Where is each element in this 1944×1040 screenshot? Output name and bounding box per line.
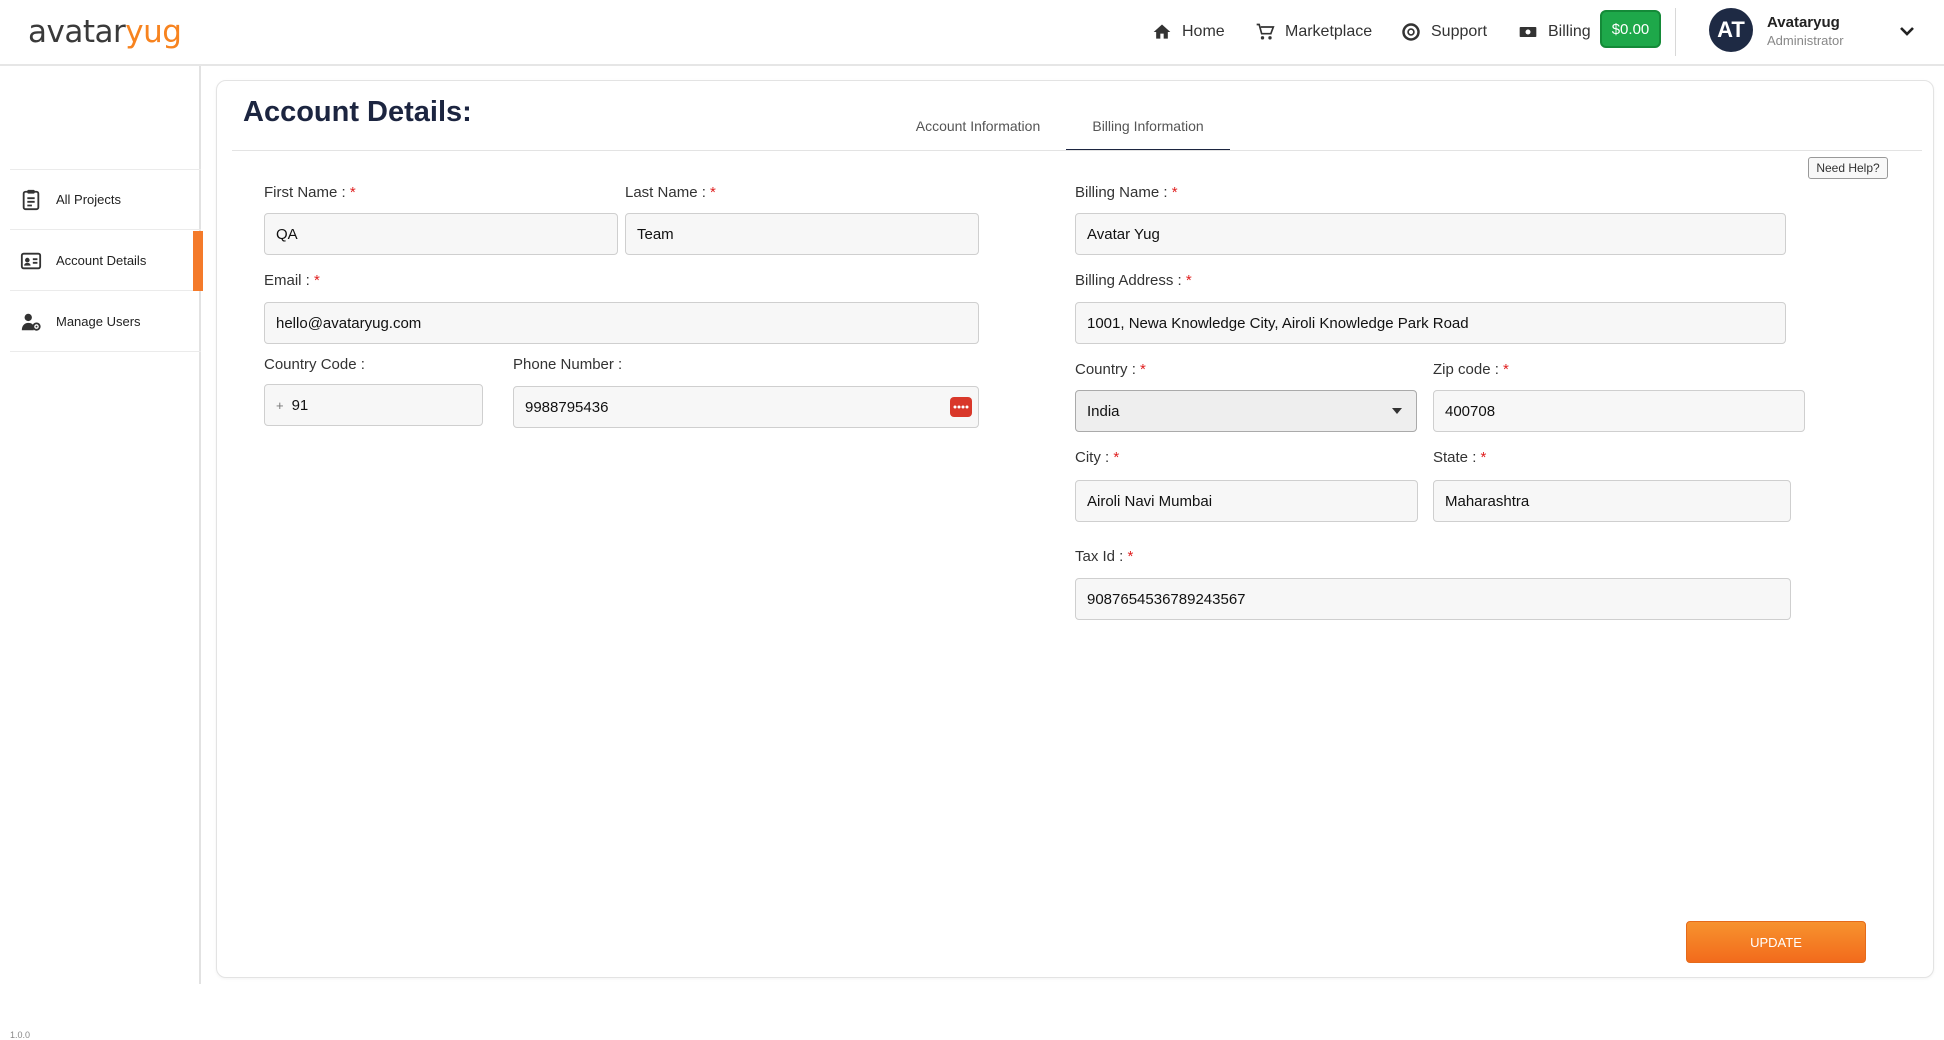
page-title: Account Details: [243,96,472,128]
last-name-label: Last Name : * [625,184,716,201]
chevron-down-icon[interactable] [1898,22,1916,40]
email-input[interactable] [276,314,978,332]
money-bill-icon [1519,27,1537,37]
billing-name-input[interactable] [1087,225,1785,243]
billing-address-input[interactable] [1087,314,1785,332]
last-name-field[interactable] [625,213,979,255]
first-name-input[interactable] [276,225,617,243]
home-icon [1153,24,1171,39]
email-label: Email : * [264,272,320,289]
first-name-label: First Name : * [264,184,356,201]
billing-name-field[interactable] [1075,213,1786,255]
zip-code-input[interactable] [1445,402,1804,420]
brand-logo[interactable]: avataryug [28,14,182,50]
tab-divider [232,150,1922,151]
credit-balance-badge[interactable]: $0.00 [1600,10,1661,48]
app-version: 1.0.0 [10,1030,31,1040]
header-divider [1675,8,1676,56]
billing-address-label: Billing Address : * [1075,272,1192,289]
user-role: Administrator [1767,33,1844,48]
state-input[interactable] [1445,492,1790,510]
country-label: Country : * [1075,361,1146,378]
nav-marketplace[interactable]: Marketplace [1255,20,1372,44]
state-label: State : * [1433,449,1487,466]
country-code-label: Country Code : [264,356,365,373]
id-card-icon [20,252,42,269]
lifebuoy-icon [1402,23,1420,41]
nav-billing[interactable]: Billing [1518,20,1591,44]
need-help-button[interactable]: Need Help? [1808,157,1888,179]
sidebar: All Projects Account Details Manage User… [10,66,203,1040]
email-field[interactable] [264,302,979,344]
update-button[interactable]: UPDATE [1686,921,1866,963]
billing-name-label: Billing Name : * [1075,184,1178,201]
phone-number-field[interactable] [513,386,979,428]
password-manager-icon[interactable] [950,397,972,417]
tab-billing-information[interactable]: Billing Information [1066,108,1230,151]
top-bar: avataryug Home Marketplace Support Billi… [0,0,1944,66]
city-input[interactable] [1087,492,1417,510]
tax-id-label: Tax Id : * [1075,548,1134,565]
sidebar-item-all-projects[interactable]: All Projects [10,170,201,230]
tab-account-information[interactable]: Account Information [898,108,1058,151]
user-gear-icon [21,313,41,331]
tax-id-field[interactable] [1075,578,1791,620]
cart-icon [1256,23,1275,40]
city-field[interactable] [1075,480,1418,522]
nav-support[interactable]: Support [1401,20,1487,44]
country-select[interactable]: India [1075,390,1417,432]
zip-code-field[interactable] [1433,390,1805,432]
tax-id-input[interactable] [1087,590,1790,608]
caret-down-icon [1392,408,1402,414]
phone-number-input[interactable] [525,398,978,416]
avatar[interactable]: AT [1709,8,1753,52]
phone-number-label: Phone Number : [513,356,623,373]
state-field[interactable] [1433,480,1791,522]
first-name-field[interactable] [264,213,618,255]
sidebar-item-manage-users[interactable]: Manage Users [10,292,201,352]
zip-code-label: Zip code : * [1433,361,1509,378]
user-name: Avataryug [1767,14,1840,31]
clipboard-icon [22,189,40,210]
country-code-field[interactable]: + [264,384,483,426]
city-label: City : * [1075,449,1120,466]
last-name-input[interactable] [637,225,978,243]
billing-address-field[interactable] [1075,302,1786,344]
sidebar-item-account-details[interactable]: Account Details [10,231,203,291]
country-code-input[interactable] [291,396,482,414]
nav-home[interactable]: Home [1152,20,1225,44]
